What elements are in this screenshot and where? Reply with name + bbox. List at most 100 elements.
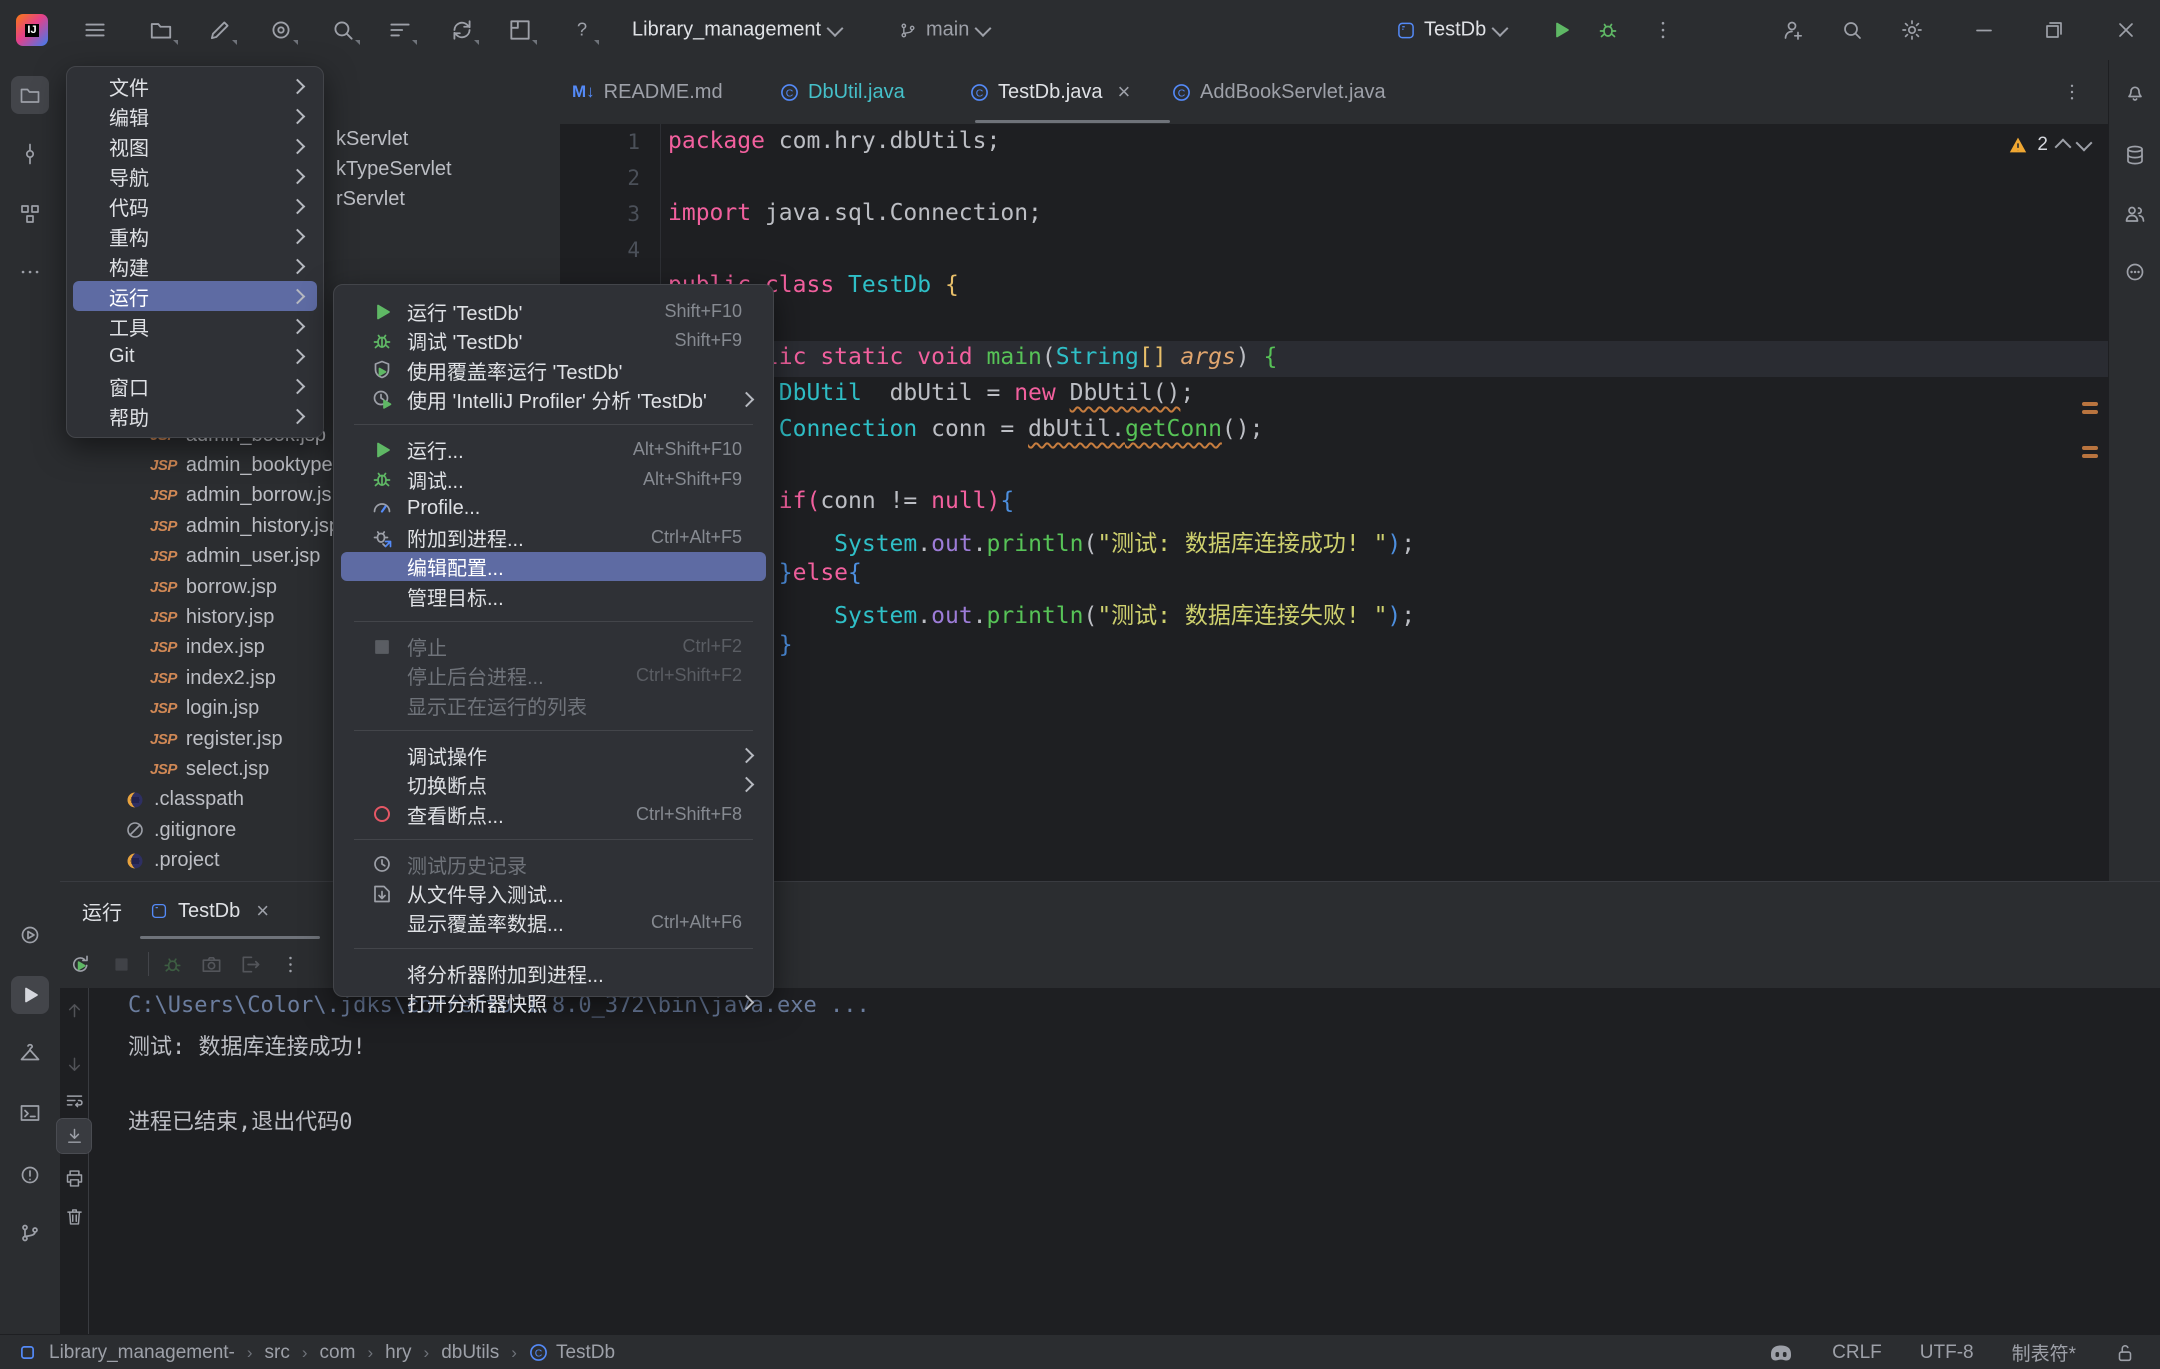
inspections-widget[interactable]: 2: [2008, 128, 2090, 162]
problems-icon[interactable]: [11, 1156, 49, 1194]
menu-item-视图[interactable]: 视图: [73, 131, 317, 161]
scrollbar-warning-mark[interactable]: [2082, 446, 2098, 450]
breadcrumb-item[interactable]: Library_management-: [49, 1342, 235, 1364]
sync-icon[interactable]: [444, 12, 480, 48]
more-vertical-icon[interactable]: [272, 946, 308, 982]
run-icon[interactable]: [1543, 12, 1579, 48]
users-icon[interactable]: [2116, 195, 2154, 233]
console-line[interactable]: 测试: 数据库连接成功!: [128, 1029, 366, 1061]
menu-item-代码[interactable]: 代码: [73, 191, 317, 221]
tree-item-admin_borrow-js[interactable]: JSPadmin_borrow.js: [150, 481, 331, 511]
trash-icon[interactable]: [57, 1199, 91, 1233]
submenu-item[interactable]: 显示覆盖率数据...Ctrl+Alt+F6: [341, 908, 766, 937]
submenu-item[interactable]: 调试 'TestDb'Shift+F9: [341, 326, 766, 355]
minimize-icon[interactable]: [1966, 12, 2002, 48]
tree-item-index2-jsp[interactable]: JSPindex2.jsp: [150, 663, 276, 693]
run-tool-icon[interactable]: [11, 976, 49, 1014]
menu-item-帮助[interactable]: 帮助: [73, 401, 317, 431]
tree-item-login-jsp[interactable]: JSPlogin.jsp: [150, 694, 259, 724]
add-user-icon[interactable]: [1775, 12, 1811, 48]
close-icon[interactable]: [2108, 12, 2144, 48]
submenu-item[interactable]: 运行...Alt+Shift+F10: [341, 435, 766, 464]
copilot-icon[interactable]: [1768, 1341, 1794, 1365]
submenu-item[interactable]: 使用 'IntelliJ Profiler' 分析 'TestDb': [341, 385, 766, 414]
structure-icon[interactable]: [11, 195, 49, 233]
editor-tab-AddBookServlet-java[interactable]: CAddBookServlet.java: [1172, 60, 1386, 124]
scrollend-icon[interactable]: [57, 1119, 91, 1153]
tree-item-admin_booktype[interactable]: JSPadmin_booktype: [150, 450, 333, 480]
tree-item-gitignore[interactable]: .gitignore: [126, 815, 236, 845]
target-icon[interactable]: [263, 12, 299, 48]
breadcrumb-item[interactable]: dbUtils: [441, 1342, 499, 1364]
submenu-item[interactable]: 查看断点...Ctrl+Shift+F8: [341, 800, 766, 829]
code-line[interactable]: System.out.println("测试: 数据库连接成功! ");: [668, 524, 1415, 558]
scrollbar-warning-mark[interactable]: [2082, 410, 2098, 414]
menu-item-git[interactable]: Git: [73, 341, 317, 371]
more-vertical-icon[interactable]: [1645, 12, 1681, 48]
database-icon[interactable]: [2116, 136, 2154, 174]
run-console-tab[interactable]: TestDb ×: [150, 898, 269, 924]
arrow-up-icon[interactable]: [57, 993, 91, 1027]
tree-item-partial[interactable]: kTypeServlet: [336, 154, 452, 184]
indent-widget[interactable]: 制表符*: [2012, 1339, 2076, 1366]
more-icon[interactable]: [11, 253, 49, 291]
submenu-item[interactable]: 编辑配置...: [341, 552, 766, 581]
arrow-down-icon[interactable]: [57, 1047, 91, 1081]
submenu-item[interactable]: 附加到进程...Ctrl+Alt+F5: [341, 523, 766, 552]
editor-tab-README-md[interactable]: M↓README.md: [572, 60, 723, 124]
submenu-item[interactable]: 管理目标...: [341, 582, 766, 611]
services-icon[interactable]: [11, 916, 49, 954]
menu-item-文件[interactable]: 文件: [73, 71, 317, 101]
git-icon[interactable]: [11, 1214, 49, 1252]
menu-item-导航[interactable]: 导航: [73, 161, 317, 191]
tree-item-partial[interactable]: kServlet: [336, 124, 408, 154]
tree-item-classpath[interactable]: .classpath: [126, 785, 244, 815]
tree-item-select-jsp[interactable]: JSPselect.jsp: [150, 754, 269, 784]
debug-icon[interactable]: [154, 946, 190, 982]
code-line[interactable]: package com.hry.dbUtils;: [668, 128, 1000, 154]
tree-item-partial[interactable]: rServlet: [336, 184, 405, 214]
build-icon[interactable]: [11, 1036, 49, 1074]
breadcrumb-item[interactable]: com: [320, 1342, 356, 1364]
submenu-item[interactable]: 调试...Alt+Shift+F9: [341, 465, 766, 494]
submenu-item[interactable]: 将分析器附加到进程...: [341, 959, 766, 988]
code-line[interactable]: import java.sql.Connection;: [668, 200, 1042, 226]
console-line[interactable]: 进程已结束,退出代码0: [128, 1104, 353, 1136]
scrollbar-warning-mark[interactable]: [2082, 454, 2098, 458]
editor-tab-TestDb-java[interactable]: CTestDb.java×: [970, 60, 1130, 124]
menu-item-工具[interactable]: 工具: [73, 311, 317, 341]
menu-item-构建[interactable]: 构建: [73, 251, 317, 281]
editor-tab-DbUtil-java[interactable]: CDbUtil.java: [780, 60, 905, 124]
submenu-item[interactable]: 从文件导入测试...: [341, 879, 766, 908]
submenu-item[interactable]: 调试操作: [341, 741, 766, 770]
stop-tool-icon[interactable]: [103, 946, 139, 982]
breadcrumb-item[interactable]: hry: [385, 1342, 411, 1364]
more-vertical-icon[interactable]: [2054, 74, 2090, 110]
tree-item-borrow-jsp[interactable]: JSPborrow.jsp: [150, 572, 277, 602]
tree-item-history-jsp[interactable]: JSPhistory.jsp: [150, 602, 274, 632]
restore-icon[interactable]: [2036, 12, 2072, 48]
bell-icon[interactable]: [2116, 73, 2154, 111]
list-icon[interactable]: [382, 12, 418, 48]
menu-item-运行[interactable]: 运行: [73, 281, 317, 311]
tree-item-register-jsp[interactable]: JSPregister.jsp: [150, 724, 283, 754]
encoding-widget[interactable]: UTF-8: [1920, 1342, 1974, 1364]
menu-item-窗口[interactable]: 窗口: [73, 371, 317, 401]
hamburger-menu-icon[interactable]: [77, 12, 113, 48]
commit-icon[interactable]: [11, 135, 49, 173]
run-configuration-widget[interactable]: TestDb: [1396, 19, 1506, 42]
breadcrumb-item-class[interactable]: CTestDb: [529, 1342, 615, 1364]
submenu-item[interactable]: Profile...: [341, 494, 766, 523]
tree-item-project[interactable]: .project: [126, 846, 220, 876]
folder-icon[interactable]: [143, 12, 179, 48]
pencil-icon[interactable]: [202, 12, 238, 48]
code-line[interactable]: System.out.println("测试: 数据库连接失败! ");: [668, 596, 1415, 630]
line-ending-widget[interactable]: CRLF: [1832, 1342, 1882, 1364]
breadcrumb-item[interactable]: src: [265, 1342, 290, 1364]
softwrap-icon[interactable]: [57, 1083, 91, 1117]
settings-icon[interactable]: [1894, 12, 1930, 48]
vcs-branch-widget[interactable]: main: [898, 19, 989, 42]
tree-item-admin_user-jsp[interactable]: JSPadmin_user.jsp: [150, 542, 320, 572]
camera-icon[interactable]: [193, 946, 229, 982]
terminal-icon[interactable]: [11, 1094, 49, 1132]
